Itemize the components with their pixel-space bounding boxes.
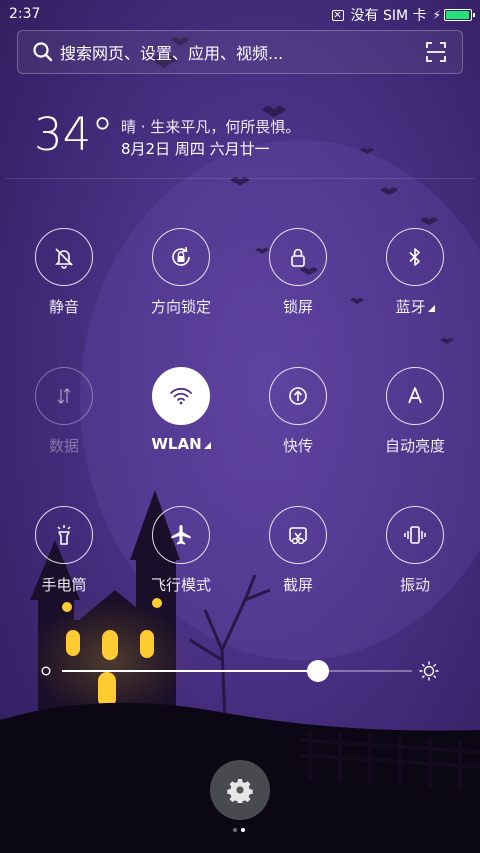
toggle-airplane-mode[interactable]: 飞行模式 xyxy=(123,506,239,616)
sim-status-text: 没有 SIM 卡 xyxy=(350,8,427,24)
weather-description: 晴 · 生来平凡，何所畏惧。 xyxy=(121,118,301,136)
toggle-flashlight-button[interactable] xyxy=(35,506,93,564)
settings-button[interactable] xyxy=(210,760,270,820)
status-time: 2:37 xyxy=(9,6,41,22)
toggle-label: 飞行模式 xyxy=(150,576,211,594)
toggle-label-text: WLAN xyxy=(151,435,202,453)
toggle-label: 锁屏 xyxy=(282,298,313,316)
toggle-lock-screen-button[interactable] xyxy=(269,228,327,286)
toggle-vibrate-button[interactable] xyxy=(386,506,444,564)
wifi-icon xyxy=(170,387,192,405)
brightness-low-icon xyxy=(41,666,51,676)
toggle-mobile-data-button[interactable] xyxy=(35,367,93,425)
toggle-label: 自动亮度 xyxy=(384,437,445,455)
scan-icon[interactable] xyxy=(425,41,447,63)
battery-level-fill xyxy=(446,11,469,19)
search-bar[interactable]: 搜索网页、设置、应用、视频... xyxy=(17,30,463,74)
search-icon xyxy=(33,42,53,62)
page-dot xyxy=(233,828,237,832)
toggle-label: 蓝牙 xyxy=(357,296,473,317)
toggle-silent[interactable]: 静音 xyxy=(6,228,122,338)
toggle-auto-brightness[interactable]: 自动亮度 xyxy=(357,367,473,477)
submenu-indicator-icon xyxy=(427,305,435,312)
toggle-label: 截屏 xyxy=(282,576,313,594)
quick-transfer-icon xyxy=(289,387,307,405)
toggle-label: 手电筒 xyxy=(41,576,87,594)
toggle-mobile-data[interactable]: 数据 xyxy=(6,367,122,477)
brightness-thumb[interactable] xyxy=(306,660,329,682)
toggle-rotation-lock-button[interactable] xyxy=(152,228,210,286)
toggle-silent-button[interactable] xyxy=(35,228,93,286)
lock-icon xyxy=(291,248,305,267)
battery-icon xyxy=(444,9,475,21)
toggle-wlan-button[interactable] xyxy=(152,367,210,425)
toggle-label: 方向锁定 xyxy=(150,298,211,316)
status-indicators: 没有 SIM 卡 ⚡ xyxy=(331,5,475,25)
toggle-label: 振动 xyxy=(399,576,430,594)
toggle-rotation-lock[interactable]: 方向锁定 xyxy=(123,228,239,338)
toggle-screenshot[interactable]: 截屏 xyxy=(240,506,356,616)
gear-icon xyxy=(227,779,253,803)
toggle-label: 快传 xyxy=(282,437,313,455)
rotation-lock-icon xyxy=(172,246,190,266)
mobile-data-icon xyxy=(57,387,71,405)
brightness-track[interactable] xyxy=(62,660,412,682)
brightness-slider[interactable] xyxy=(40,658,440,686)
charging-icon: ⚡ xyxy=(432,8,441,22)
submenu-indicator-icon xyxy=(203,442,211,449)
auto-brightness-icon xyxy=(408,387,422,404)
toggle-label-text: 蓝牙 xyxy=(395,298,426,316)
toggle-quick-transfer-button[interactable] xyxy=(269,367,327,425)
toggle-lock-screen[interactable]: 锁屏 xyxy=(240,228,356,338)
page-dot-active xyxy=(241,828,245,832)
toggle-label: 数据 xyxy=(48,437,79,455)
temperature: 34° xyxy=(34,108,114,161)
flashlight-icon xyxy=(57,525,71,545)
toggle-auto-brightness-button[interactable] xyxy=(386,367,444,425)
toggle-wlan[interactable]: WLAN xyxy=(123,367,239,477)
toggle-bluetooth-button[interactable] xyxy=(386,228,444,286)
no-sim-icon xyxy=(331,9,344,21)
bluetooth-icon xyxy=(409,248,420,266)
status-bar: 2:37 没有 SIM 卡 ⚡ xyxy=(0,0,480,28)
toggle-vibrate[interactable]: 振动 xyxy=(357,506,473,616)
page-indicator xyxy=(231,828,247,832)
brightness-high-icon xyxy=(419,661,439,681)
bell-off-icon xyxy=(55,248,73,269)
toggle-label: 静音 xyxy=(48,298,79,316)
brightness-fill xyxy=(62,670,318,672)
date-text: 8月2日 周四 六月廿一 xyxy=(121,140,270,158)
screenshot-icon xyxy=(289,527,307,545)
toggle-airplane-mode-button[interactable] xyxy=(152,506,210,564)
toggle-quick-transfer[interactable]: 快传 xyxy=(240,367,356,477)
toggle-screenshot-button[interactable] xyxy=(269,506,327,564)
toggle-label: WLAN xyxy=(123,435,239,453)
toggle-bluetooth[interactable]: 蓝牙 xyxy=(357,228,473,338)
airplane-icon xyxy=(171,525,191,545)
divider xyxy=(5,178,475,179)
toggle-flashlight[interactable]: 手电筒 xyxy=(6,506,122,616)
search-input[interactable]: 搜索网页、设置、应用、视频... xyxy=(60,40,425,64)
vibrate-icon xyxy=(404,526,426,544)
